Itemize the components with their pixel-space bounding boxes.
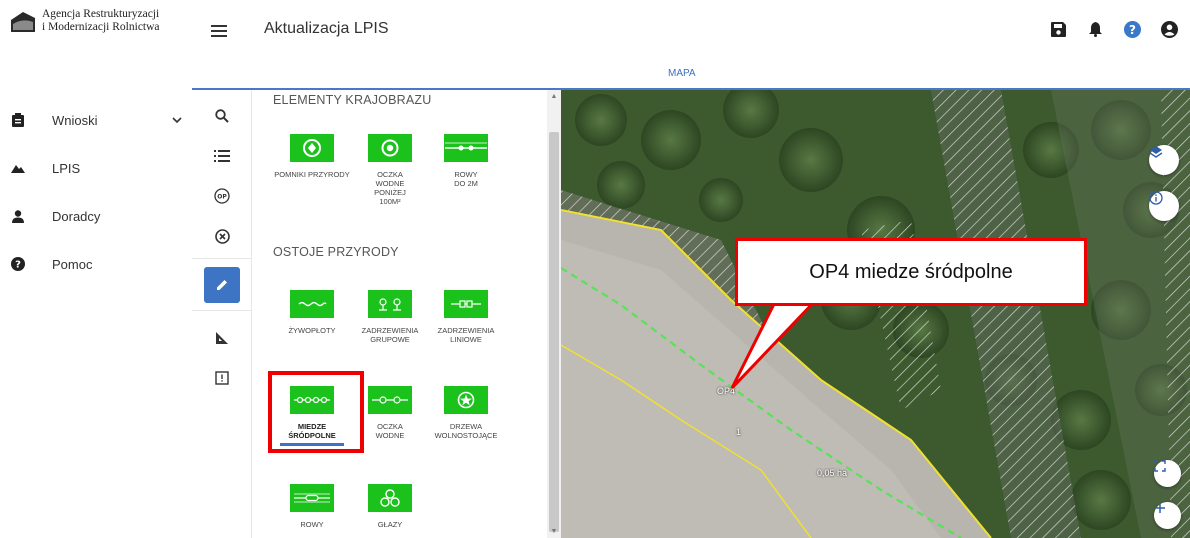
bell-icon[interactable] [1086,20,1104,38]
save-icon[interactable] [1049,20,1067,38]
rail-divider [192,258,252,259]
hamburger-menu-icon[interactable] [209,22,229,40]
report-icon[interactable] [204,360,240,396]
ditch-icon [290,484,334,512]
sidebar-item-pomoc[interactable]: ? Pomoc [0,240,192,288]
scroll-down-icon[interactable]: ▼ [550,528,558,536]
tree-single-icon [444,386,488,414]
zoom-in-icon[interactable] [1154,502,1181,529]
monument-icon [290,134,334,162]
svg-text:?: ? [1129,23,1136,37]
tile-oczka-wodne-ponizej[interactable]: OCZKA WODNE PONIŻEJ 100M² [349,134,431,206]
account-icon[interactable] [1160,20,1178,38]
app-header: Aktualizacja LPIS ? [192,0,1190,62]
section-title-ostoje: OSTOJE PRZYRODY [273,245,399,259]
tile-label: ZADRZEWIENIA LINIOWE [437,326,495,344]
op-icon-text: OP [217,193,227,200]
map-parcel-number: 1 [736,427,742,437]
org-logo[interactable]: Agencja Restrukturyzacji i Modernizacji … [10,8,160,34]
sidebar-nav: Wnioski LPIS Doradcy ? Pomoc [0,96,192,288]
tile-zadrzewienia-liniowe[interactable]: ZADRZEWIENIA LINIOWE [425,290,507,344]
help-icon: ? [10,256,26,272]
list-icon[interactable] [204,138,240,174]
map-view[interactable]: OP4 1 0,05 ha [561,90,1190,538]
tile-pomniki-przyrody[interactable]: POMNIKI PRZYRODY [271,134,353,179]
tile-label: ZADRZEWIENIA GRUPOWE [361,326,419,344]
clipboard-icon [10,112,26,128]
fullscreen-icon[interactable] [1154,460,1181,487]
tile-zywoploty[interactable]: ŻYWOPŁOTY [271,290,353,335]
org-name: Agencja Restrukturyzacji i Modernizacji … [42,8,160,34]
page-title: Aktualizacja LPIS [264,20,389,37]
pond-icon [368,386,412,414]
tile-label: ROWY DO 2M [454,170,478,188]
tile-label: DRZEWA WOLNOSTOJĄCE [434,422,498,440]
tool-rail: OP [192,90,252,538]
sidebar-item-wnioski[interactable]: Wnioski [0,96,192,144]
measure-icon[interactable] [204,320,240,356]
landscape-elements-panel: ELEMENTY KRAJOBRAZU POMNIKI PRZYRODY OCZ… [253,90,547,538]
tree-line-icon [444,290,488,318]
info-icon[interactable] [1149,191,1179,221]
sidebar-item-label: Pomoc [52,256,93,272]
rail-divider [192,310,252,311]
org-name-line1: Agencja Restrukturyzacji [42,8,160,20]
tile-rowy[interactable]: ROWY [271,484,353,529]
tab-mapa[interactable]: MAPA [668,68,696,79]
sidebar-item-label: Wnioski [52,112,98,128]
scroll-thumb[interactable] [549,132,559,532]
sidebar-item-doradcy[interactable]: Doradcy [0,192,192,240]
op-icon[interactable]: OP [204,178,240,214]
section-title-elementy: ELEMENTY KRAJOBRAZU [273,93,432,107]
annotation-callout: OP4 miedze śródpolne [735,238,1087,306]
map-area-label: 0,05 ha [817,468,848,478]
tile-label: ROWY [300,520,324,529]
highlight-annotation [268,371,364,453]
org-name-line2: i Modernizacji Rolnictwa [42,21,160,33]
tile-label: POMNIKI PRZYRODY [274,170,350,179]
callout-pointer [730,300,820,390]
chevron-down-icon [172,117,182,124]
hedge-icon [290,290,334,318]
tile-label: ŻYWOPŁOTY [288,326,336,335]
help-icon[interactable]: ? [1123,20,1141,38]
sidebar-item-label: Doradcy [52,208,101,224]
sidebar: Agencja Restrukturyzacji i Modernizacji … [0,0,192,538]
arimr-logo-icon [11,12,35,32]
tile-rowy-do-2m[interactable]: ROWY DO 2M [425,134,507,188]
layers-icon[interactable] [1149,145,1179,175]
ditch-icon [444,134,488,162]
svg-text:?: ? [15,260,21,271]
tree-group-icon [368,290,412,318]
sidebar-item-lpis[interactable]: LPIS [0,144,192,192]
app-root: Agencja Restrukturyzacji i Modernizacji … [0,0,1190,538]
orthophoto-map [561,90,1190,538]
boulder-icon [368,484,412,512]
mountain-icon [10,160,26,176]
edit-icon[interactable] [204,267,240,303]
tile-glazy[interactable]: GŁAZY [349,484,431,529]
scroll-up-icon[interactable]: ▲ [550,93,558,101]
panel-scrollbar[interactable]: ▲ ▼ [547,90,561,538]
tile-label: GŁAZY [377,520,403,529]
header-actions: ? [1049,20,1178,38]
cancel-icon[interactable] [204,218,240,254]
person-icon [10,208,26,224]
sidebar-item-label: LPIS [52,160,81,176]
tab-bar: MAPA [192,62,1190,90]
tile-label: OCZKA WODNE PONIŻEJ 100M² [374,170,406,206]
tile-zadrzewienia-grupowe[interactable]: ZADRZEWIENIA GRUPOWE [349,290,431,344]
tile-drzewa-wolnostojace[interactable]: DRZEWA WOLNOSTOJĄCE [425,386,507,440]
pond-icon [368,134,412,162]
tile-label: OCZKA WODNE [375,422,405,440]
search-icon[interactable] [204,98,240,134]
